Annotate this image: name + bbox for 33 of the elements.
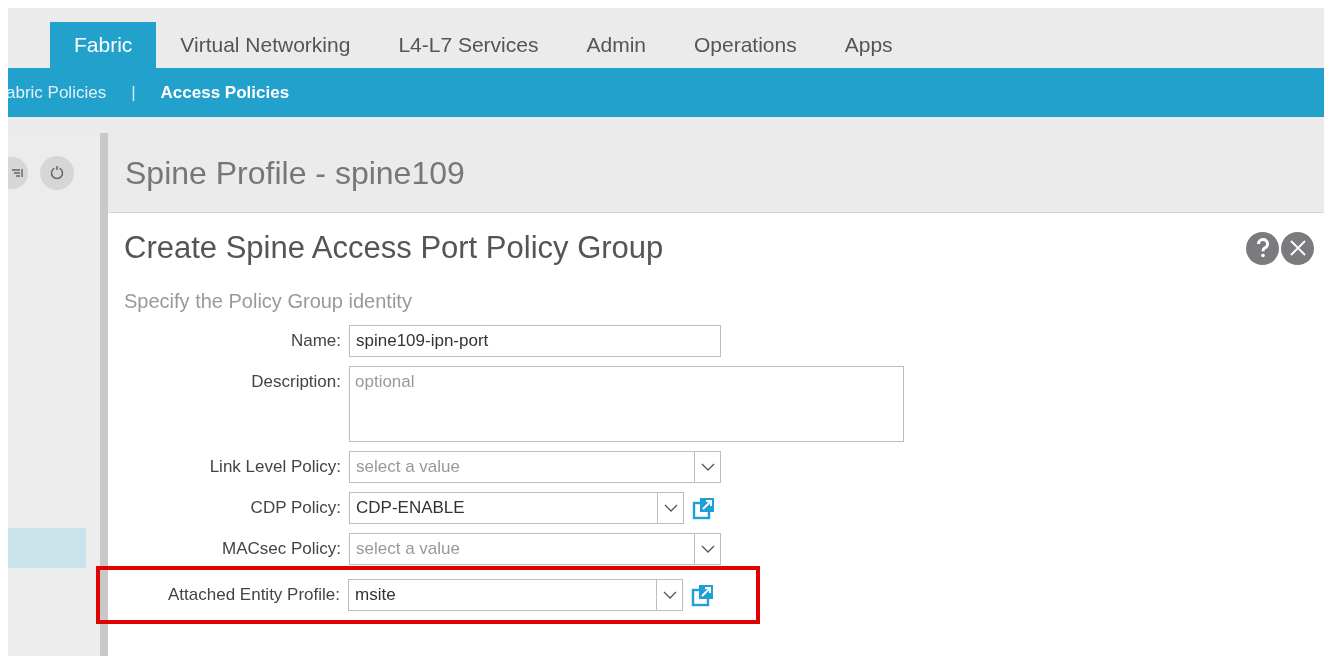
refresh-icon[interactable] <box>40 156 74 190</box>
select-value: msite <box>354 583 397 606</box>
field-label: Link Level Policy: <box>208 455 342 478</box>
nav-tab[interactable]: Admin <box>562 22 670 68</box>
dialog-title: Create Spine Access Port Policy Group <box>124 229 664 267</box>
page-title: Spine Profile - spine109 <box>125 153 465 193</box>
select-value: CDP-ENABLE <box>355 496 466 519</box>
chevron-down-icon <box>700 462 715 471</box>
select-field[interactable]: msite <box>348 578 683 611</box>
nav-tab[interactable]: Virtual Networking <box>156 22 375 68</box>
close-icon[interactable] <box>1281 231 1314 265</box>
field-label: Attached Entity Profile: <box>167 583 341 606</box>
nav-tab[interactable]: Operations <box>670 22 821 68</box>
filter-icon[interactable] <box>8 157 28 189</box>
nav-tab[interactable]: Apps <box>820 22 917 68</box>
field-label: Description: <box>250 370 342 393</box>
select-value: select a value <box>355 537 461 560</box>
field-label: MACsec Policy: <box>220 537 342 560</box>
nav-tab[interactable]: L4-L7 Services <box>374 22 563 68</box>
chevron-down-icon <box>700 544 715 553</box>
select-value: select a value <box>355 455 461 478</box>
separator-text: | <box>131 81 136 104</box>
open-window-icon[interactable] <box>692 495 716 520</box>
dialog-subtitle: Specify the Policy Group identity <box>124 288 412 314</box>
chevron-down-icon <box>662 590 677 599</box>
chevron-down-icon <box>663 503 678 512</box>
help-icon[interactable] <box>1246 231 1279 265</box>
text-field[interactable]: spine109-ipn-port <box>349 324 721 357</box>
textarea-field[interactable]: optional <box>349 365 904 442</box>
select-field[interactable]: CDP-ENABLE <box>349 491 684 524</box>
open-window-icon[interactable] <box>691 582 715 607</box>
field-label: CDP Policy: <box>249 496 342 519</box>
field-label: Name: <box>289 329 342 352</box>
